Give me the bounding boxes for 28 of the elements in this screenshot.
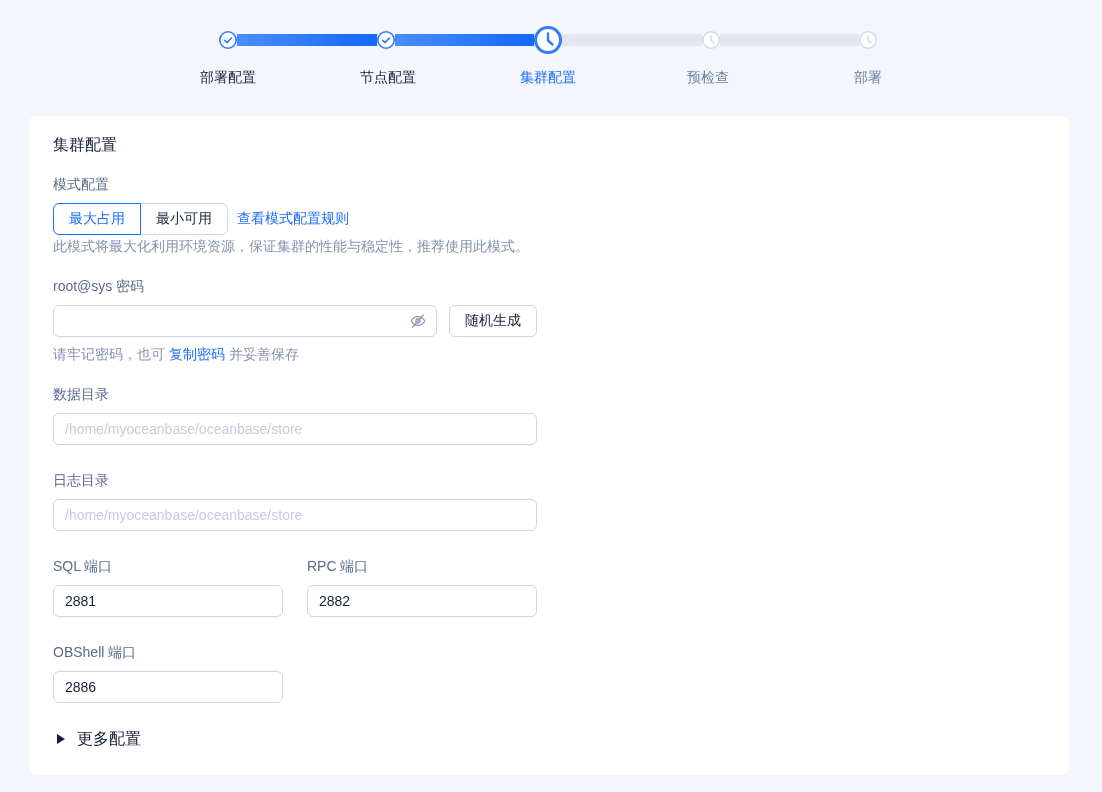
text-field[interactable]: 2882	[307, 585, 537, 617]
password-hint: 请牢记密码，也可 复制密码 并妥善保存	[53, 345, 299, 364]
field-label: 数据目录	[53, 385, 109, 404]
password-field[interactable]	[53, 305, 437, 337]
text-field[interactable]: /home/myoceanbase/oceanbase/store	[53, 413, 537, 445]
more-settings-toggle[interactable]: 更多配置	[57, 727, 141, 751]
text-field[interactable]: /home/myoceanbase/oceanbase/store	[53, 499, 537, 531]
mode-option[interactable]: 最小可用	[140, 203, 228, 235]
step-label[interactable]: 部署	[854, 66, 882, 88]
mode-option[interactable]: 最大占用	[53, 203, 141, 235]
step-label[interactable]: 部署配置	[200, 66, 256, 88]
generate-button[interactable]: 随机生成	[449, 305, 537, 337]
mode-description: 此模式将最大化利用环境资源，保证集群的性能与稳定性，推荐使用此模式。	[53, 237, 529, 256]
field-label: root@sys 密码	[53, 277, 145, 296]
caret-right-icon	[57, 734, 65, 744]
text-field[interactable]: 2886	[53, 671, 283, 703]
step-label[interactable]: 预检查	[687, 66, 729, 88]
step-label[interactable]: 节点配置	[360, 66, 416, 88]
copy-password-link[interactable]: 复制密码	[168, 346, 225, 362]
step-label[interactable]: 集群配置	[520, 66, 576, 88]
text-field[interactable]: 2881	[53, 585, 283, 617]
field-label: 模式配置	[53, 175, 109, 194]
rules-link[interactable]: 查看模式配置规则	[237, 210, 349, 228]
field-label: SQL 端口	[53, 557, 113, 576]
field-label: OBShell 端口	[53, 643, 137, 662]
field-label: 日志目录	[53, 471, 109, 490]
section-title: 集群配置	[53, 136, 117, 154]
field-label: RPC 端口	[307, 557, 369, 576]
